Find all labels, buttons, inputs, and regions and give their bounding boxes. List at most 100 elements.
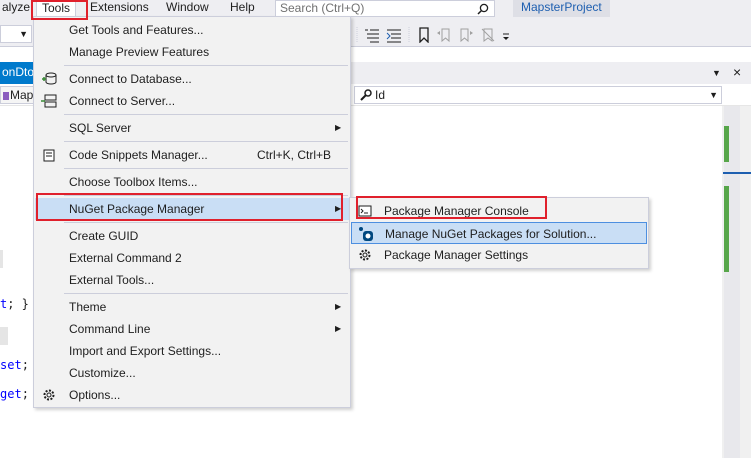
menu-item-get-tools[interactable]: Get Tools and Features... xyxy=(35,19,349,41)
submenu-arrow-icon: ▶ xyxy=(335,324,342,333)
search-icon[interactable] xyxy=(477,3,489,15)
code-line: t; } xyxy=(0,297,29,311)
editor-line-highlight xyxy=(0,327,8,345)
menu-item-label: Connect to Database... xyxy=(69,72,192,86)
menu-item-label: External Tools... xyxy=(69,273,155,287)
menu-item-customize[interactable]: Customize... xyxy=(35,362,349,384)
member-navigation-dropdown[interactable]: Id ▼ xyxy=(354,86,722,104)
toolbar-overflow-icon[interactable] xyxy=(501,27,511,43)
menu-item-theme[interactable]: Theme ▶ xyxy=(35,296,349,318)
menu-item-import-export-settings[interactable]: Import and Export Settings... xyxy=(35,340,349,362)
menu-help[interactable]: Help xyxy=(230,0,255,17)
menu-item-label: Package Manager Console xyxy=(384,204,529,218)
project-navigation-label: Maps xyxy=(10,88,34,102)
clear-bookmarks-icon[interactable] xyxy=(480,27,496,43)
menu-item-label: Connect to Server... xyxy=(69,94,176,108)
menu-item-create-guid[interactable]: Create GUID xyxy=(35,225,349,247)
menu-separator xyxy=(64,114,348,115)
editor-selection-marker xyxy=(0,250,3,268)
code-keyword: set xyxy=(0,358,22,372)
change-marker xyxy=(724,186,729,272)
chevron-down-icon: ▼ xyxy=(709,90,718,100)
server-connect-icon xyxy=(41,94,57,108)
menu-item-label: Package Manager Settings xyxy=(384,248,529,262)
toolbar-separator xyxy=(356,27,358,43)
menu-item-label: Customize... xyxy=(69,366,136,380)
toolbar-combo[interactable]: ▼ xyxy=(0,25,32,43)
menu-item-manage-preview-features[interactable]: Manage Preview Features xyxy=(35,41,349,63)
menu-item-options[interactable]: Options... xyxy=(35,384,349,406)
member-navigation-label: Id xyxy=(375,88,386,102)
search-placeholder: Search (Ctrl+Q) xyxy=(280,1,365,15)
menu-item-shortcut: Ctrl+K, Ctrl+B xyxy=(257,148,332,162)
menu-item-choose-toolbox-items[interactable]: Choose Toolbox Items... xyxy=(35,171,349,193)
menu-separator xyxy=(64,222,348,223)
menu-window[interactable]: Window xyxy=(166,0,209,17)
console-icon xyxy=(358,205,372,217)
menu-item-nuget-package-manager[interactable]: NuGet Package Manager ▶ xyxy=(35,198,349,220)
menu-item-label: External Command 2 xyxy=(69,251,182,265)
submenu-arrow-icon: ▶ xyxy=(335,123,342,132)
menu-item-label: Theme xyxy=(69,300,107,314)
code-punctuation: ; xyxy=(21,358,29,372)
menu-item-label: Options... xyxy=(69,388,121,402)
menu-item-connect-server[interactable]: Connect to Server... xyxy=(35,90,349,112)
menu-item-external-command-2[interactable]: External Command 2 xyxy=(35,247,349,269)
code-line: set; xyxy=(0,358,29,372)
submenu-arrow-icon: ▶ xyxy=(335,204,342,213)
uncomment-lines-icon[interactable] xyxy=(386,27,402,43)
code-punctuation: ; } xyxy=(7,297,29,311)
menu-item-label: Create GUID xyxy=(69,229,139,243)
menu-item-code-snippets-manager[interactable]: Code Snippets Manager... Ctrl+K, Ctrl+B xyxy=(35,144,349,166)
menu-separator xyxy=(64,168,348,169)
document-tab[interactable]: onDto xyxy=(0,62,36,84)
menu-item-label: Choose Toolbox Items... xyxy=(69,175,198,189)
menu-separator xyxy=(64,195,348,196)
project-navigation-dropdown[interactable]: Maps xyxy=(0,86,34,104)
menu-item-package-manager-console[interactable]: Package Manager Console xyxy=(351,200,647,222)
menu-analyze[interactable]: alyze xyxy=(2,0,30,17)
gear-icon xyxy=(359,249,371,261)
menu-item-label: Get Tools and Features... xyxy=(69,23,204,37)
search-box[interactable]: Search (Ctrl+Q) xyxy=(275,0,495,17)
code-keyword: get xyxy=(0,387,22,401)
menu-item-command-line[interactable]: Command Line ▶ xyxy=(35,318,349,340)
snippet-icon xyxy=(43,149,55,162)
menu-item-label: NuGet Package Manager xyxy=(69,202,205,216)
project-name-badge[interactable]: MapsterProject xyxy=(513,0,610,17)
menu-item-label: Manage Preview Features xyxy=(69,45,210,59)
menu-item-manage-nuget-packages[interactable]: Manage NuGet Packages for Solution... xyxy=(351,222,647,244)
nuget-icon xyxy=(359,227,373,241)
menu-item-external-tools[interactable]: External Tools... xyxy=(35,269,349,291)
next-bookmark-icon[interactable] xyxy=(458,27,474,43)
menu-separator xyxy=(64,141,348,142)
chevron-down-icon: ▼ xyxy=(19,29,28,39)
code-punctuation: ; xyxy=(21,387,29,401)
menu-item-sql-server[interactable]: SQL Server ▶ xyxy=(35,117,349,139)
database-connect-icon xyxy=(42,72,57,85)
menu-item-label: Manage NuGet Packages for Solution... xyxy=(385,227,597,241)
previous-bookmark-icon[interactable] xyxy=(436,27,452,43)
menu-item-package-manager-settings[interactable]: Package Manager Settings xyxy=(351,244,647,266)
gear-icon xyxy=(43,389,55,401)
menu-item-label: Code Snippets Manager... xyxy=(69,148,208,162)
close-icon[interactable]: × xyxy=(733,64,741,80)
menu-item-label: SQL Server xyxy=(69,121,132,135)
nuget-submenu: Package Manager Console Manage NuGet Pac… xyxy=(349,197,649,269)
menu-extensions[interactable]: Extensions xyxy=(90,0,149,17)
menu-item-label: Command Line xyxy=(69,322,151,336)
property-wrench-icon xyxy=(360,89,372,101)
comment-lines-icon[interactable] xyxy=(364,27,380,43)
class-icon xyxy=(3,92,9,100)
submenu-arrow-icon: ▶ xyxy=(335,302,342,311)
tools-menu: Get Tools and Features... Manage Preview… xyxy=(33,16,351,408)
caret-position-marker xyxy=(723,172,751,174)
menu-item-connect-database[interactable]: Connect to Database... xyxy=(35,68,349,90)
menu-item-label: Import and Export Settings... xyxy=(69,344,222,358)
menu-separator xyxy=(64,65,348,66)
bookmark-icon[interactable] xyxy=(416,27,432,43)
menu-tools[interactable]: Tools xyxy=(36,0,77,17)
tab-list-dropdown-icon[interactable]: ▼ xyxy=(712,68,721,78)
menu-bar: alyze Tools Extensions Window Help Searc… xyxy=(0,0,751,17)
vertical-scrollbar[interactable] xyxy=(722,106,751,458)
